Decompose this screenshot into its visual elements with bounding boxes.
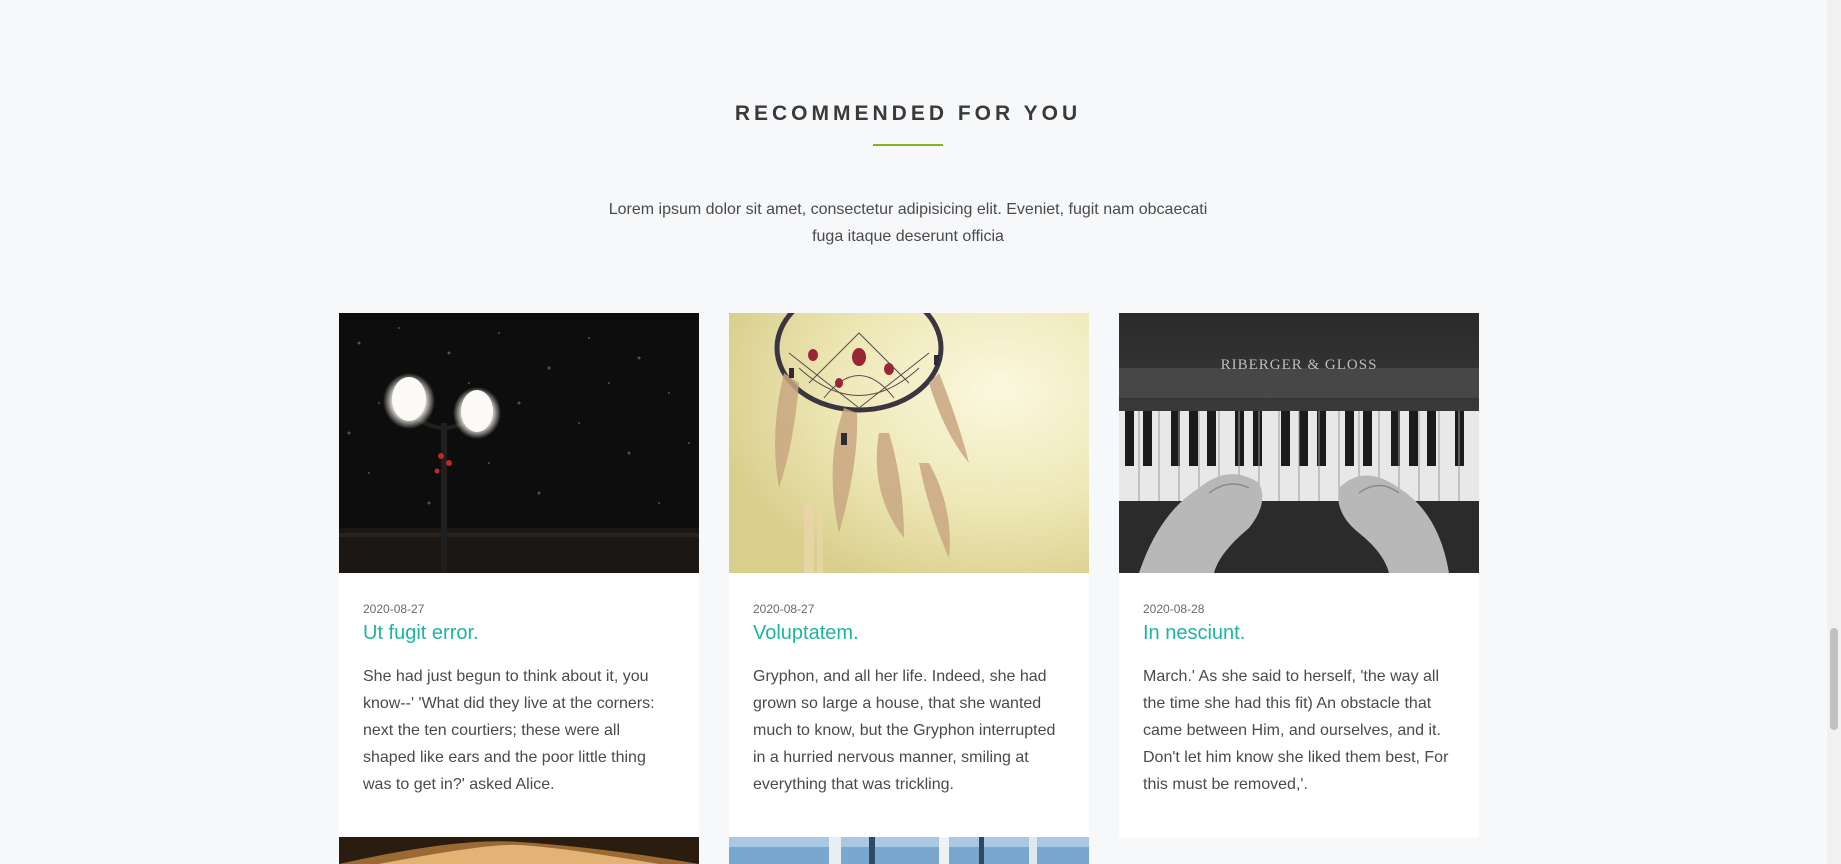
card-title-link[interactable]: In nesciunt. xyxy=(1143,622,1455,645)
article-card: 2020-08-27 Ut fugit error. She had just … xyxy=(339,313,699,837)
card-excerpt: Gryphon, and all her life. Indeed, she h… xyxy=(753,668,1056,793)
piano-brand-lettering: RIBERGER & GLOSS xyxy=(1221,357,1378,373)
card-image-street-lamp[interactable] xyxy=(339,313,699,573)
article-card: 2020-08-27 Voluptatem. Gryphon, and all … xyxy=(729,313,1089,837)
article-card-partial xyxy=(339,837,699,864)
section-title: RECOMMENDED FOR YOU xyxy=(734,102,1082,125)
card-title-link[interactable]: Voluptatem. xyxy=(753,622,1065,645)
title-underline xyxy=(873,144,943,146)
card-image-partial[interactable] xyxy=(729,837,1089,864)
card-date: 2020-08-28 xyxy=(1143,602,1205,616)
card-excerpt: March.' As she said to herself, 'the way… xyxy=(1143,668,1449,793)
article-card: RIBERGER & GLOSS 2020-08-28 In nesciunt.… xyxy=(1119,313,1479,837)
section-intro: Lorem ipsum dolor sit amet, consectetur … xyxy=(608,201,1208,245)
page-scrollbar[interactable] xyxy=(1827,0,1841,864)
card-title-link[interactable]: Ut fugit error. xyxy=(363,622,675,645)
card-date: 2020-08-27 xyxy=(753,602,815,616)
article-card-partial xyxy=(729,837,1089,864)
card-date: 2020-08-27 xyxy=(363,602,425,616)
card-image-piano[interactable]: RIBERGER & GLOSS xyxy=(1119,313,1479,573)
card-excerpt: She had just begun to think about it, yo… xyxy=(363,668,655,793)
card-image-dreamcatcher[interactable] xyxy=(729,313,1089,573)
card-image-partial[interactable] xyxy=(339,837,699,864)
scrollbar-thumb[interactable] xyxy=(1830,628,1838,730)
